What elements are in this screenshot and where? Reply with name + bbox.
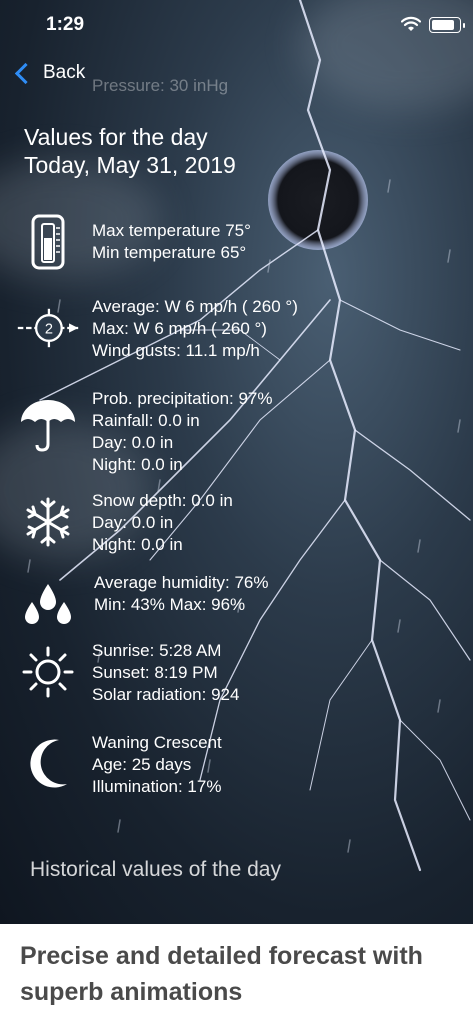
- wind-max: Max: W 6 mp/h ( 260 °): [92, 319, 267, 338]
- average-humidity: Average humidity: 76%: [94, 573, 269, 592]
- page-title: Values for the day: [24, 124, 208, 150]
- rain-day: Day: 0.0 in: [92, 433, 174, 452]
- weather-screen: 1:29 Back Pressure: 30 inHg Values for t…: [0, 0, 473, 924]
- back-button[interactable]: Back: [14, 62, 85, 84]
- moon-icon: [16, 732, 80, 796]
- back-label: Back: [43, 62, 86, 83]
- rain-night: Night: 0.0 in: [92, 455, 183, 474]
- moon-phase: Waning Crescent: [92, 733, 222, 752]
- page-date: Today, May 31, 2019: [24, 152, 236, 178]
- sunrise: Sunrise: 5:28 AM: [92, 641, 222, 660]
- battery-icon: [429, 17, 461, 33]
- wind-direction-icon: 2: [16, 296, 80, 360]
- snow-day: Day: 0.0 in: [92, 513, 174, 532]
- snow-night: Night: 0.0 in: [92, 535, 183, 554]
- historical-values-link[interactable]: Historical values of the day: [30, 858, 281, 882]
- humidity-min-max: Min: 43% Max: 96%: [94, 595, 246, 614]
- status-time: 1:29: [46, 14, 85, 35]
- solar-radiation: Solar radiation: 924: [92, 685, 240, 704]
- thermometer-icon: [16, 210, 80, 274]
- max-temperature: Max temperature 75°: [92, 221, 251, 240]
- background-pressure-text: Pressure: 30 inHg: [92, 76, 229, 95]
- min-temperature: Min temperature 65°: [92, 243, 247, 262]
- wind-average: Average: W 6 mp/h ( 260 °): [92, 297, 298, 316]
- rainfall: Rainfall: 0.0 in: [92, 411, 200, 430]
- battery-tip: [463, 23, 465, 28]
- promo-caption: Precise and detailed forecast with super…: [20, 942, 423, 1006]
- dark-moon-orb: [268, 150, 368, 250]
- promo-footer: Precise and detailed forecast with super…: [0, 924, 473, 1024]
- sun-icon: [16, 640, 80, 704]
- sunset: Sunset: 8:19 PM: [92, 663, 218, 682]
- humidity-drops-icon: [16, 572, 80, 636]
- wind-speed-badge: 2: [45, 321, 53, 337]
- moon-age: Age: 25 days: [92, 755, 192, 774]
- snowflake-icon: [16, 490, 80, 554]
- prob-precipitation: Prob. precipitation: 97%: [92, 389, 273, 408]
- status-bar: 1:29: [0, 14, 473, 38]
- chevron-left-icon: [14, 62, 37, 84]
- wifi-icon: [400, 16, 422, 37]
- moon-illumination: Illumination: 17%: [92, 777, 222, 796]
- snow-depth: Snow depth: 0.0 in: [92, 491, 233, 510]
- umbrella-icon: [16, 394, 80, 458]
- wind-gusts: Wind gusts: 11.1 mp/h: [92, 341, 260, 360]
